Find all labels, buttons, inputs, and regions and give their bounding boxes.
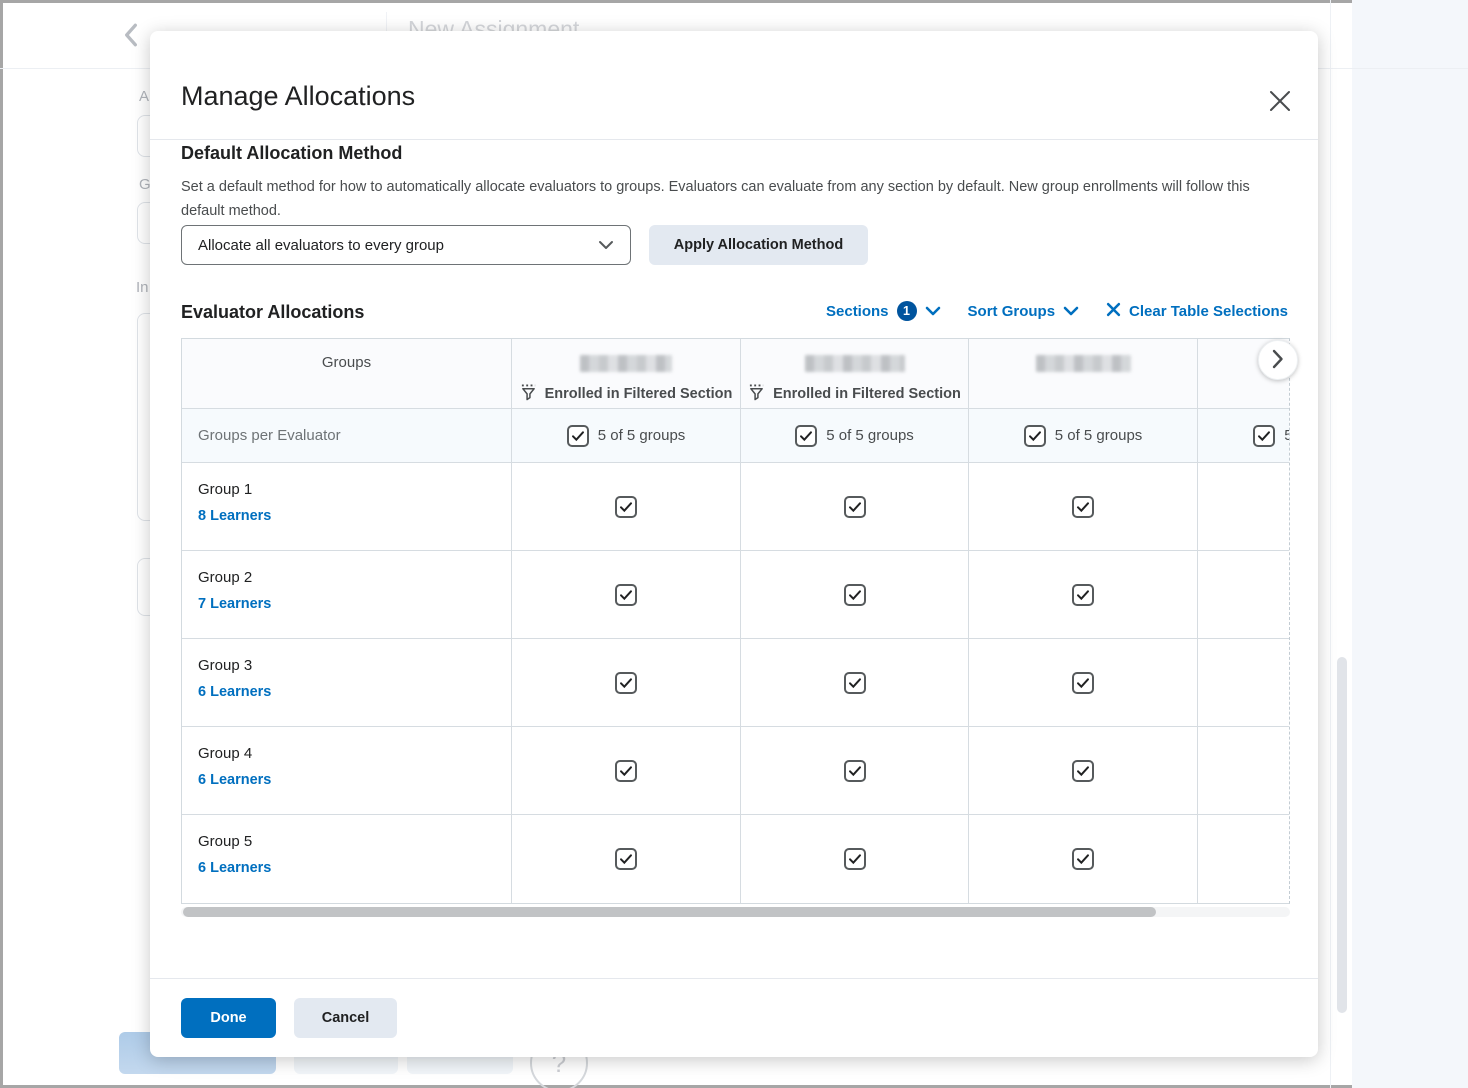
background-field-label-1: A xyxy=(139,88,149,105)
page-vertical-scrollbar[interactable] xyxy=(1337,657,1347,1013)
table-row: Group 4 6 Learners xyxy=(182,727,1290,815)
redacted-evaluator-name xyxy=(580,355,672,372)
group-name: Group 5 xyxy=(198,833,511,850)
default-method-description: Set a default method for how to automati… xyxy=(181,175,1293,223)
summary-value: 5 of 5 groups xyxy=(1284,427,1290,444)
summary-cell: 5 of 5 groups xyxy=(512,409,741,462)
learners-link[interactable]: 8 Learners xyxy=(198,508,271,524)
apply-allocation-method-button[interactable]: Apply Allocation Method xyxy=(649,225,868,265)
group-name: Group 2 xyxy=(198,569,511,586)
cancel-button[interactable]: Cancel xyxy=(294,998,397,1038)
summary-value: 5 of 5 groups xyxy=(1055,427,1143,444)
chevron-right-icon xyxy=(1272,349,1284,372)
filter-funnel-icon xyxy=(748,383,765,405)
sections-count-badge: 1 xyxy=(897,301,917,321)
allocations-table: Groups Enrolled in Filtered Section xyxy=(181,338,1290,904)
select-all-checkbox[interactable] xyxy=(1024,425,1046,447)
clear-table-selections-button[interactable]: Clear Table Selections xyxy=(1106,302,1288,321)
background-field-label-3: In xyxy=(136,279,149,296)
group-name: Group 1 xyxy=(198,481,511,498)
filter-funnel-icon xyxy=(520,383,537,405)
group-name: Group 3 xyxy=(198,657,511,674)
table-horizontal-scrollbar[interactable] xyxy=(181,907,1290,917)
allocation-checkbox[interactable] xyxy=(1072,760,1094,782)
evaluator-column-header-2: Enrolled in Filtered Section xyxy=(741,339,969,408)
allocation-checkbox[interactable] xyxy=(844,496,866,518)
header-divider xyxy=(150,139,1318,140)
allocation-method-select[interactable]: Allocate all evaluators to every group xyxy=(181,225,631,265)
allocation-checkbox[interactable] xyxy=(615,760,637,782)
chevron-down-icon xyxy=(925,303,941,320)
table-row: Group 2 7 Learners xyxy=(182,551,1290,639)
dialog-title: Manage Allocations xyxy=(181,81,415,112)
redacted-evaluator-name xyxy=(805,355,905,372)
redacted-evaluator-name xyxy=(1036,355,1131,372)
close-icon xyxy=(1269,90,1291,115)
background-right-divider xyxy=(1330,0,1331,1088)
sort-groups-label: Sort Groups xyxy=(968,303,1056,320)
close-button[interactable] xyxy=(1266,88,1294,116)
sort-groups-button[interactable]: Sort Groups xyxy=(968,303,1080,320)
allocation-checkbox[interactable] xyxy=(615,584,637,606)
group-name: Group 4 xyxy=(198,745,511,762)
screenshot-root: New Assignment A G In ? Manage Allocatio… xyxy=(0,0,1468,1088)
allocation-checkbox[interactable] xyxy=(615,848,637,870)
clear-x-icon xyxy=(1106,302,1121,321)
learners-link[interactable]: 6 Learners xyxy=(198,860,271,876)
table-row: Group 1 8 Learners xyxy=(182,463,1290,551)
groups-per-evaluator-row: Groups per Evaluator 5 of 5 groups 5 of … xyxy=(182,409,1290,463)
allocation-checkbox[interactable] xyxy=(1072,848,1094,870)
allocation-checkbox[interactable] xyxy=(1072,584,1094,606)
groups-per-evaluator-label: Groups per Evaluator xyxy=(182,409,512,462)
clear-table-selections-label: Clear Table Selections xyxy=(1129,303,1288,320)
done-button[interactable]: Done xyxy=(181,998,276,1038)
default-method-heading: Default Allocation Method xyxy=(181,143,402,164)
table-controls: Sections 1 Sort Groups Clear Table Selec… xyxy=(826,301,1288,321)
horizontal-scrollbar-thumb[interactable] xyxy=(183,907,1156,917)
summary-value: 5 of 5 groups xyxy=(826,427,914,444)
footer-divider xyxy=(150,978,1318,979)
table-header-row: Groups Enrolled in Filtered Section xyxy=(182,339,1290,409)
learners-link[interactable]: 7 Learners xyxy=(198,596,271,612)
evaluator-column-header-1: Enrolled in Filtered Section xyxy=(512,339,741,408)
table-row: Group 3 6 Learners xyxy=(182,639,1290,727)
chevron-down-icon xyxy=(1063,303,1079,320)
allocation-checkbox[interactable] xyxy=(615,496,637,518)
sections-filter-button[interactable]: Sections 1 xyxy=(826,301,941,321)
summary-cell: 5 of 5 groups xyxy=(969,409,1198,462)
enrolled-filtered-note: Enrolled in Filtered Section xyxy=(773,386,961,402)
allocation-checkbox[interactable] xyxy=(615,672,637,694)
allocation-checkbox[interactable] xyxy=(844,584,866,606)
summary-cell: 5 of 5 groups xyxy=(741,409,969,462)
enrolled-filtered-note: Enrolled in Filtered Section xyxy=(545,386,733,402)
learners-link[interactable]: 6 Learners xyxy=(198,772,271,788)
background-right-pane xyxy=(1352,0,1468,1088)
manage-allocations-dialog: Manage Allocations Default Allocation Me… xyxy=(150,31,1318,1057)
back-chevron-icon[interactable] xyxy=(122,22,140,48)
groups-column-header: Groups xyxy=(182,339,512,408)
evaluator-allocations-heading: Evaluator Allocations xyxy=(181,302,364,323)
select-all-checkbox[interactable] xyxy=(567,425,589,447)
allocation-checkbox[interactable] xyxy=(844,848,866,870)
summary-cell: 5 of 5 groups xyxy=(1198,409,1290,462)
allocation-method-value: Allocate all evaluators to every group xyxy=(198,237,444,254)
allocation-checkbox[interactable] xyxy=(1072,672,1094,694)
learners-link[interactable]: 6 Learners xyxy=(198,684,271,700)
summary-value: 5 of 5 groups xyxy=(598,427,686,444)
table-row: Group 5 6 Learners xyxy=(182,815,1290,903)
allocation-checkbox[interactable] xyxy=(844,760,866,782)
allocation-checkbox[interactable] xyxy=(1072,496,1094,518)
select-all-checkbox[interactable] xyxy=(1253,425,1275,447)
background-field-label-2: G xyxy=(139,176,151,193)
scroll-columns-right-button[interactable] xyxy=(1258,340,1298,380)
select-all-checkbox[interactable] xyxy=(795,425,817,447)
allocation-checkbox[interactable] xyxy=(844,672,866,694)
sections-label: Sections xyxy=(826,303,889,320)
evaluator-column-header-3 xyxy=(969,339,1198,408)
chevron-down-icon xyxy=(598,240,614,250)
